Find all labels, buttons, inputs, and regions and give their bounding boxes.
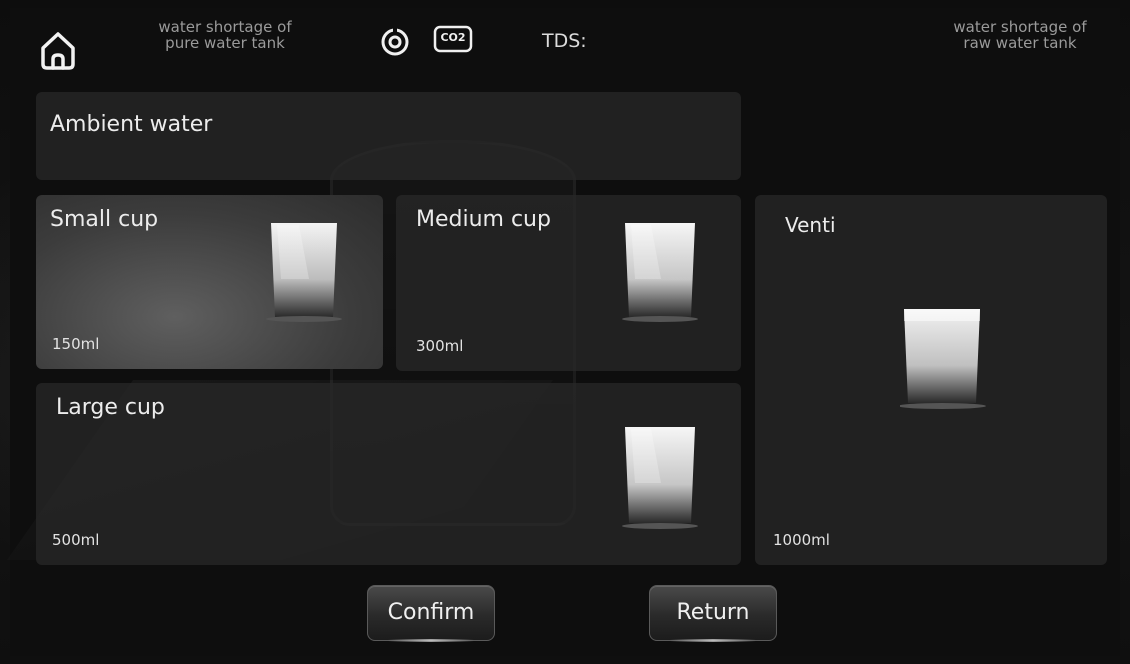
tds-label: TDS: <box>542 30 587 52</box>
cup-option-medium[interactable]: Medium cup 300ml <box>396 195 741 371</box>
cup-icon <box>621 423 699 529</box>
raw-water-tank-warning: water shortage of raw water tank <box>920 19 1120 51</box>
co2-icon: CO2 <box>433 25 473 53</box>
cup-volume: 1000ml <box>773 531 830 549</box>
cup-volume: 300ml <box>416 337 464 355</box>
target-icon <box>380 27 410 57</box>
cup-option-large[interactable]: Large cup 500ml <box>36 383 741 565</box>
return-button[interactable]: Return <box>649 585 777 642</box>
home-icon[interactable] <box>38 28 78 72</box>
cup-label: Small cup <box>50 207 159 232</box>
cup-option-small[interactable]: Small cup 150ml <box>36 195 383 369</box>
cup-label: Venti <box>785 213 836 237</box>
screen: water shortage of pure water tank CO2 TD… <box>0 0 1130 664</box>
cup-volume: 500ml <box>52 531 100 549</box>
pure-water-tank-warning-text: water shortage of pure water tank <box>158 18 292 52</box>
confirm-button[interactable]: Confirm <box>367 585 495 642</box>
cup-icon <box>265 219 343 324</box>
cup-volume: 150ml <box>52 335 100 353</box>
cup-icon <box>898 305 990 415</box>
cup-label: Large cup <box>56 395 165 420</box>
co2-icon-text: CO2 <box>440 31 466 44</box>
water-type-label: Ambient water <box>50 112 213 137</box>
cup-icon <box>621 219 699 324</box>
ambient-water-panel[interactable]: Ambient water <box>36 92 741 180</box>
pure-water-tank-warning: water shortage of pure water tank <box>125 19 325 51</box>
cup-label: Medium cup <box>416 207 551 232</box>
raw-water-tank-warning-text: water shortage of raw water tank <box>953 18 1087 52</box>
cup-option-venti[interactable]: Venti 1000ml <box>755 195 1107 565</box>
